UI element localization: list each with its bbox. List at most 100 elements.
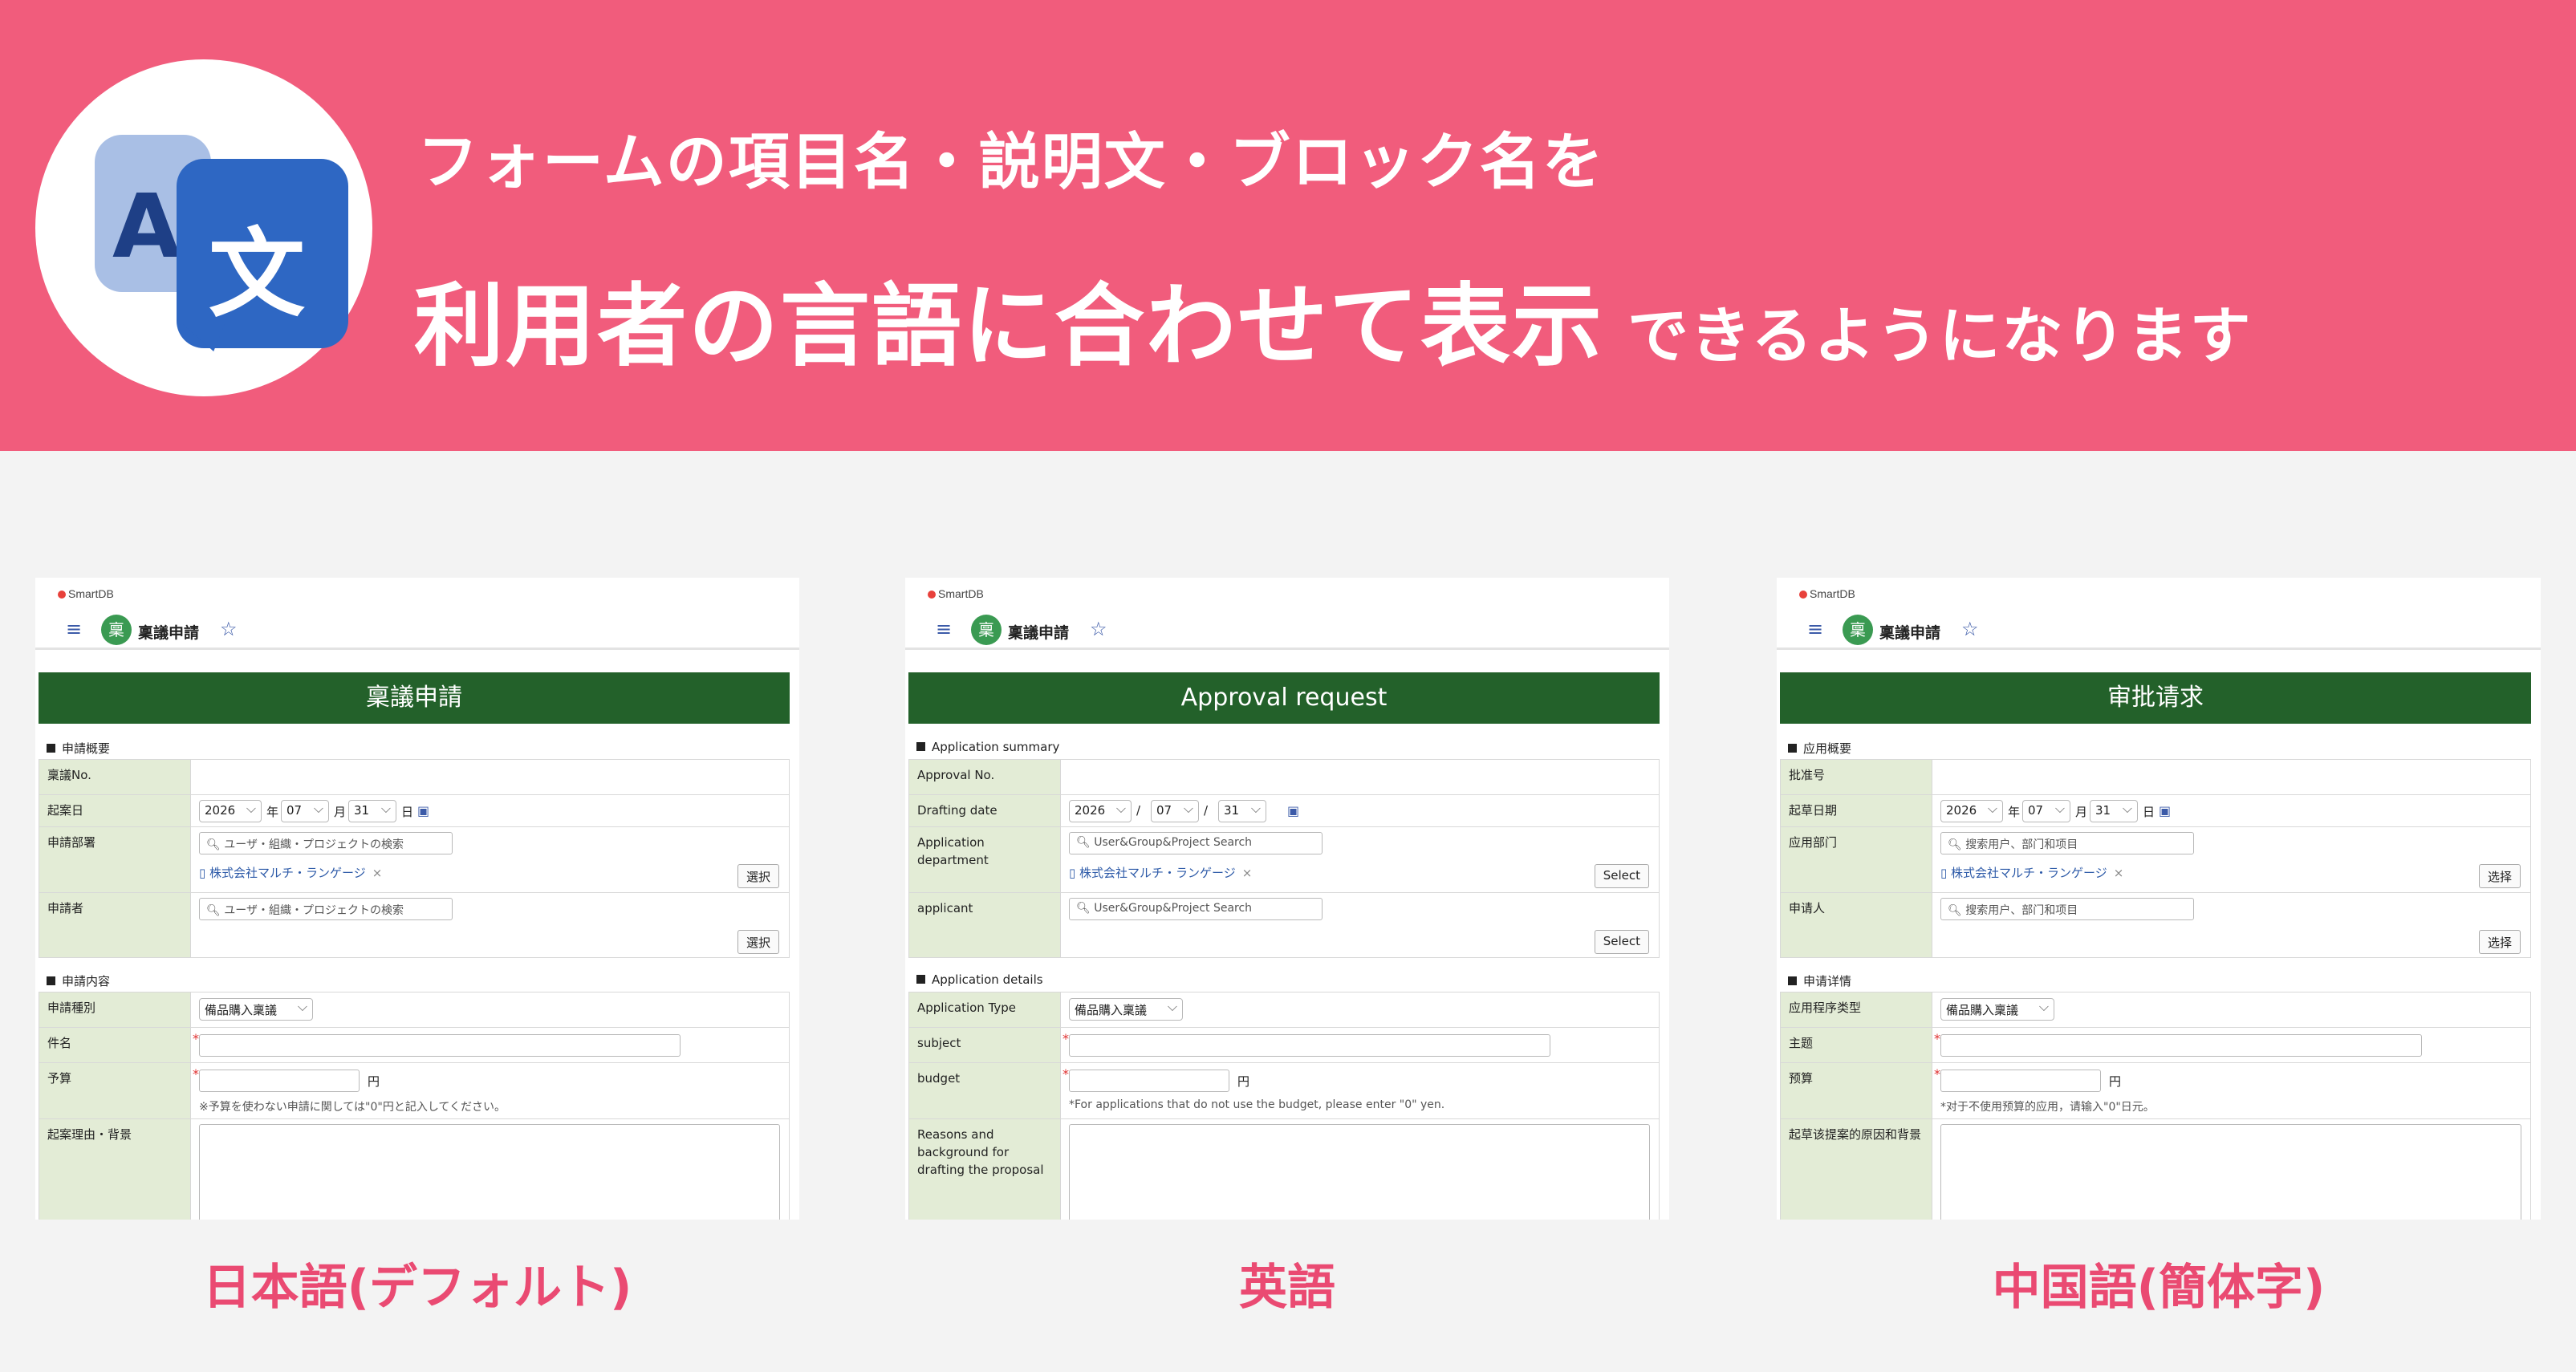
caption-chinese: 中国語(簡体字): [1992, 1260, 2326, 1316]
favorite-star-icon[interactable]: ☆: [220, 618, 238, 640]
dept-search-input[interactable]: 🔍︎ ユーザ・組織・プロジェクトの検索: [199, 832, 453, 854]
budget-unit: 円: [368, 1074, 380, 1089]
smartdb-logo: SmartDB: [928, 587, 984, 600]
section-summary: 应用概要: [1788, 740, 1851, 757]
caption-english: 英語: [1239, 1260, 1335, 1316]
select-button[interactable]: 選択: [737, 864, 779, 888]
year-select[interactable]: 2026: [1069, 800, 1132, 822]
budget-input[interactable]: [1069, 1070, 1229, 1092]
subject-input[interactable]: [199, 1034, 681, 1057]
field-row-date: 起案日 2026 年 07 月 31 日 ▣: [39, 794, 790, 826]
field-row-date: 起草日期 2026 年 07 月 31 日 ▣: [1780, 794, 2531, 826]
app-badge-icon: 稟: [101, 615, 132, 645]
field-label-date: Drafting date: [909, 795, 1060, 826]
budget-note: ※予算を使わない申請に関しては"0"円と記入してください。: [199, 1101, 506, 1114]
remove-icon[interactable]: ×: [2114, 866, 2124, 880]
select-button[interactable]: 选择: [2478, 864, 2521, 888]
field-label-type: 申請種別: [39, 992, 190, 1027]
building-icon: ▯: [1940, 866, 1952, 880]
dept-chip[interactable]: ▯ 株式会社マルチ・ランゲージ ×: [199, 864, 382, 881]
budget-note: *For applications that do not use the bu…: [1069, 1098, 1445, 1111]
app-topbar: ≡ 稟 稟議申請 ☆: [35, 608, 799, 650]
field-row-type: 申請種別 備品購入稟議: [39, 992, 790, 1027]
reason-textarea[interactable]: [199, 1124, 780, 1220]
section-details: 申请详情: [1788, 972, 1851, 989]
type-select[interactable]: 備品購入稟議: [1069, 998, 1183, 1021]
app-badge-icon: 稟: [971, 615, 1002, 645]
year-select[interactable]: 2026: [1940, 800, 2003, 822]
dept-chip[interactable]: ▯ 株式会社マルチ・ランゲージ ×: [1940, 864, 2123, 881]
type-select[interactable]: 備品購入稟議: [1940, 998, 2054, 1021]
applicant-search-input[interactable]: 🔍︎ User&Group&Project Search: [1069, 898, 1323, 920]
month-unit: 月: [2075, 805, 2088, 819]
required-mark: *: [193, 1066, 199, 1082]
subject-input[interactable]: [1069, 1034, 1550, 1057]
field-label-dept: 应用部门: [1781, 827, 1932, 892]
select-button[interactable]: 選択: [737, 930, 779, 954]
kanji-card: 文: [177, 159, 348, 348]
field-row-type: 应用程序类型 備品購入稟議: [1780, 992, 2531, 1027]
day-select[interactable]: 31: [348, 800, 396, 822]
year-unit: 年: [266, 805, 279, 819]
remove-icon[interactable]: ×: [1242, 866, 1253, 880]
budget-input[interactable]: [199, 1070, 360, 1092]
month-select[interactable]: 07: [2022, 800, 2070, 822]
calendar-icon[interactable]: ▣: [1287, 803, 1299, 818]
letter-a-icon: A: [112, 175, 181, 278]
field-label-reason: 起案理由・背景: [39, 1119, 190, 1220]
day-select[interactable]: 31: [2090, 800, 2138, 822]
form-screenshot-2: SmartDB ≡ 稟 稟議申請 ☆ Approval request Appl…: [905, 578, 1669, 1220]
year-unit: 年: [2008, 805, 2021, 819]
hamburger-menu-icon[interactable]: ≡: [66, 618, 82, 640]
month-select[interactable]: 07: [1151, 800, 1199, 822]
field-row-no: 批准号: [1780, 759, 2531, 794]
field-value-no: [1932, 760, 2530, 794]
headline-big: 利用者の言語に合わせて表示: [414, 274, 1603, 379]
required-mark: *: [1062, 1031, 1069, 1046]
dept-search-input[interactable]: 🔍︎ 搜索用户、部门和项目: [1940, 832, 2194, 854]
remove-icon[interactable]: ×: [372, 866, 383, 880]
month-select[interactable]: 07: [281, 800, 329, 822]
form-title: 稟議申請: [39, 672, 790, 724]
favorite-star-icon[interactable]: ☆: [1961, 618, 1979, 640]
required-mark: *: [1062, 1066, 1069, 1082]
year-select[interactable]: 2026: [199, 800, 262, 822]
reason-textarea[interactable]: [1069, 1124, 1650, 1220]
reason-textarea[interactable]: [1940, 1124, 2521, 1220]
field-row-budget: 予算 * 円 ※予算を使わない申請に関しては"0"円と記入してください。: [39, 1062, 790, 1118]
brand-dot-icon: [928, 591, 936, 599]
day-unit: 日: [2143, 805, 2155, 819]
calendar-icon[interactable]: ▣: [417, 803, 429, 818]
applicant-search-input[interactable]: 🔍︎ ユーザ・組織・プロジェクトの検索: [199, 898, 453, 920]
hamburger-menu-icon[interactable]: ≡: [936, 618, 952, 640]
search-icon: 🔍︎: [1076, 902, 1095, 915]
favorite-star-icon[interactable]: ☆: [1090, 618, 1107, 640]
field-label-reason: Reasons and background for drafting the …: [909, 1119, 1060, 1220]
dept-chip[interactable]: ▯ 株式会社マルチ・ランゲージ ×: [1069, 864, 1252, 881]
budget-note: *对于不使用预算的应用，请输入"0"日元。: [1940, 1101, 2155, 1114]
dept-search-input[interactable]: 🔍︎ User&Group&Project Search: [1069, 832, 1323, 854]
select-button[interactable]: 选择: [2478, 930, 2521, 954]
field-label-budget: 预算: [1781, 1063, 1932, 1118]
select-button[interactable]: Select: [1594, 864, 1649, 888]
select-button[interactable]: Select: [1594, 930, 1649, 954]
type-select[interactable]: 備品購入稟議: [199, 998, 313, 1021]
calendar-icon[interactable]: ▣: [2159, 803, 2171, 818]
day-select[interactable]: 31: [1218, 800, 1266, 822]
app-name: 稟議申請: [1879, 624, 1941, 642]
field-row-reason: 起草该提案的原因和背景: [1780, 1118, 2531, 1220]
field-label-date: 起案日: [39, 795, 190, 826]
field-row-dept: Application department 🔍︎ User&Group&Pro…: [908, 826, 1660, 892]
budget-input[interactable]: [1940, 1070, 2101, 1092]
field-label-subject: subject: [909, 1028, 1060, 1062]
section-summary: Application summary: [916, 740, 1059, 754]
year-unit: /: [1136, 803, 1141, 818]
caption-japanese: 日本語(デフォルト): [202, 1260, 632, 1316]
budget-unit: 円: [2109, 1074, 2122, 1089]
field-label-budget: budget: [909, 1063, 1060, 1118]
section-summary: 申請概要: [47, 740, 110, 757]
subject-input[interactable]: [1940, 1034, 2422, 1057]
applicant-search-input[interactable]: 🔍︎ 搜索用户、部门和项目: [1940, 898, 2194, 920]
field-label-applicant: applicant: [909, 893, 1060, 957]
hamburger-menu-icon[interactable]: ≡: [1807, 618, 1823, 640]
